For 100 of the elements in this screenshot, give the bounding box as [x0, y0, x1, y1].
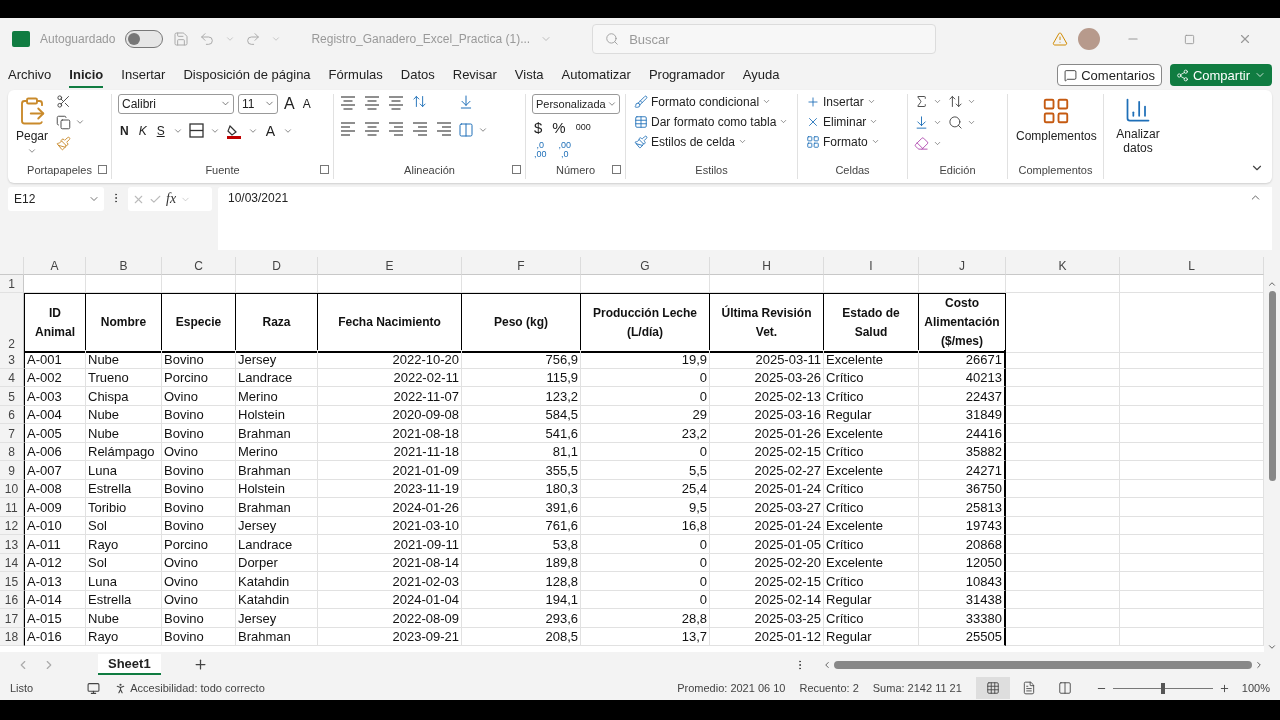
copy-icon	[56, 114, 72, 130]
number-format-field[interactable]: Personalizada	[532, 93, 620, 114]
cells-menu-button[interactable]: Formato	[804, 133, 882, 150]
fill-color-icon[interactable]	[225, 122, 242, 139]
dialog-launcher-icon[interactable]	[320, 165, 329, 175]
menu-tab[interactable]: Archivo	[8, 62, 52, 88]
currency-button[interactable]: $	[532, 117, 545, 137]
vertical-scrollbar[interactable]	[1268, 291, 1276, 482]
bold-button[interactable]: N	[118, 122, 131, 139]
row-number[interactable]: 15	[0, 572, 24, 591]
row-number[interactable]: 11	[0, 498, 24, 517]
menu-tab[interactable]: Fórmulas	[328, 62, 383, 88]
table-cell: 0	[581, 590, 710, 610]
menu-tab[interactable]: Insertar	[121, 62, 166, 88]
styles-menu-button[interactable]: Formato condicional	[632, 93, 774, 110]
avatar[interactable]	[1078, 28, 1100, 51]
grow-font-button[interactable]: A	[282, 93, 297, 114]
cells-menu-button[interactable]: Insertar	[804, 93, 878, 110]
horizontal-scrollbar[interactable]	[834, 660, 1252, 669]
table-cell: 10843	[919, 572, 1006, 591]
row-number[interactable]: 17	[0, 609, 24, 628]
underline-button[interactable]: S	[154, 122, 167, 139]
table-cell: Merino	[236, 442, 318, 462]
borders-icon[interactable]	[188, 123, 204, 139]
column-header[interactable]: C	[162, 257, 236, 276]
menu-tab[interactable]: Disposición de página	[183, 62, 311, 88]
align-top-icon[interactable]	[340, 93, 356, 110]
column-header[interactable]: D	[236, 257, 318, 276]
row-number[interactable]: 9	[0, 461, 24, 480]
italic-button[interactable]: K	[136, 122, 149, 139]
formula-field[interactable]: 10/03/2021	[218, 187, 1272, 251]
table-cell: 2022-02-11	[318, 368, 462, 388]
addins-button[interactable]: Complementos	[1014, 93, 1099, 145]
scroll-left-icon[interactable]	[822, 659, 832, 670]
font-size-field[interactable]: 11	[238, 93, 278, 114]
row-number[interactable]: 13	[0, 535, 24, 554]
cells-menu-button[interactable]: Eliminar	[804, 113, 881, 130]
increase-indent-icon[interactable]	[436, 119, 452, 136]
column-header[interactable]: J	[919, 257, 1006, 276]
menu-tab[interactable]: Automatizar	[561, 62, 631, 88]
shrink-font-button[interactable]: A	[300, 95, 313, 112]
align-left-icon[interactable]	[340, 119, 356, 136]
accessibility-status[interactable]: Accesibilidad: todo correcto	[130, 682, 265, 695]
thousands-button[interactable]: 000	[573, 121, 593, 134]
styles-menu-button[interactable]: Estilos de celda	[632, 133, 750, 150]
zoom-in-icon[interactable]	[1218, 682, 1230, 694]
row-number[interactable]: 5	[0, 387, 24, 406]
table-cell: 355,5	[462, 461, 581, 480]
styles-menu-button[interactable]: Dar formato como tabla	[632, 113, 791, 130]
menu-tab[interactable]: Inicio	[69, 62, 104, 88]
grid-view-button[interactable]	[975, 677, 1010, 700]
zoom-level[interactable]: 100%	[1241, 682, 1270, 695]
sheet-tab[interactable]: Sheet1	[98, 654, 161, 676]
dialog-launcher-icon[interactable]	[512, 165, 521, 175]
group-label: Fuente	[205, 164, 240, 177]
column-header[interactable]: F	[462, 257, 581, 276]
name-box[interactable]: E12	[8, 187, 104, 212]
insert-function-button[interactable]: fx	[166, 191, 177, 208]
column-header[interactable]: A	[24, 257, 86, 276]
column-header[interactable]: E	[318, 257, 462, 276]
table-cell: A-009	[24, 498, 86, 517]
autosave-toggle[interactable]	[125, 30, 164, 49]
decimal-button[interactable]: ,00 ,0	[556, 140, 574, 159]
menu-tab[interactable]: Revisar	[452, 62, 497, 88]
column-header[interactable]: L	[1120, 257, 1264, 276]
zoom-thumb[interactable]	[1160, 682, 1165, 694]
align-center-icon[interactable]	[364, 119, 380, 136]
dialog-launcher-icon[interactable]	[612, 165, 621, 175]
menu-tab[interactable]: Programador	[648, 62, 725, 88]
decrease-indent-icon[interactable]	[412, 119, 428, 136]
menu-tab[interactable]: Ayuda	[742, 62, 780, 88]
paste-button[interactable]: Pegar	[14, 93, 51, 158]
row-number[interactable]: 1	[0, 275, 24, 294]
align-middle-icon[interactable]	[364, 93, 380, 110]
column-header[interactable]: G	[581, 257, 710, 276]
align-right-icon[interactable]	[388, 119, 404, 136]
analyze-data-button[interactable]: Analizar datos	[1110, 93, 1166, 157]
row-number[interactable]: 7	[0, 424, 24, 443]
share-button[interactable]: Compartir	[1169, 64, 1272, 87]
column-header[interactable]: I	[824, 257, 919, 276]
merge-center-icon	[458, 121, 474, 138]
add-sheet-icon[interactable]	[192, 657, 208, 673]
menu-tab[interactable]: Datos	[400, 62, 435, 88]
macro-icon[interactable]	[87, 681, 101, 695]
table-cell: 2025-02-14	[710, 590, 824, 610]
table-cell: 2025-02-27	[710, 461, 824, 480]
align-bottom-icon[interactable]	[388, 93, 404, 110]
dialog-launcher-icon[interactable]	[98, 165, 107, 175]
decimal-button[interactable]: ,0 ,00	[532, 140, 549, 159]
percent-button[interactable]: %	[550, 117, 568, 137]
font-name-field[interactable]: Calibri	[118, 93, 234, 114]
comments-button[interactable]: Comentarios	[1057, 64, 1162, 87]
column-header[interactable]: K	[1006, 257, 1120, 276]
column-header[interactable]: H	[710, 257, 824, 276]
table-cell: 541,6	[462, 424, 581, 443]
column-header[interactable]: B	[86, 257, 162, 276]
menu-tab[interactable]: Vista	[514, 62, 544, 88]
scroll-right-icon[interactable]	[1254, 659, 1264, 670]
font-color-button[interactable]: A	[263, 121, 278, 140]
row-number[interactable]: 3	[0, 350, 24, 369]
